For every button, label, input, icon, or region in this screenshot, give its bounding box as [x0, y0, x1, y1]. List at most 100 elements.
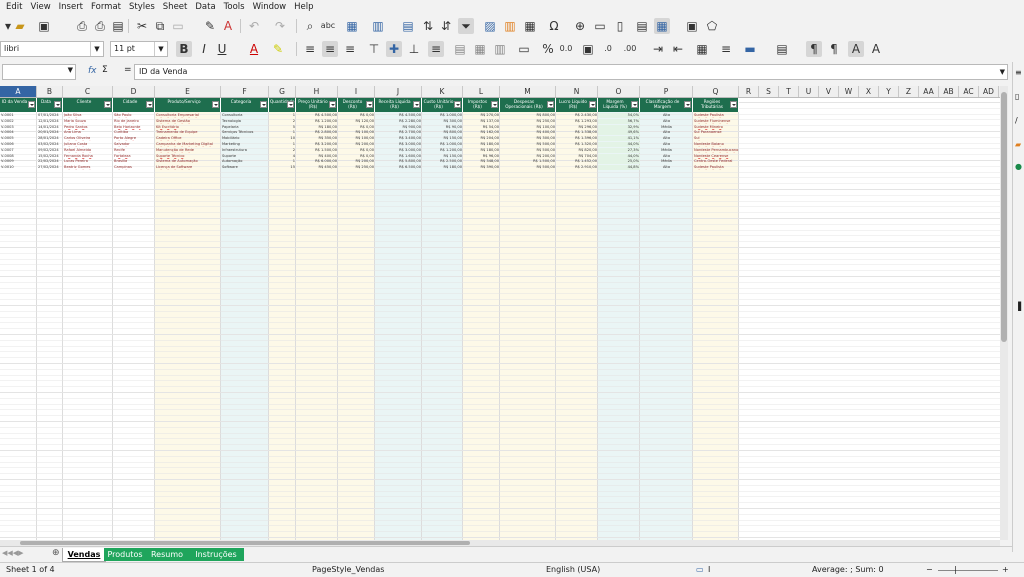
table-cell[interactable]: Papelaria	[221, 125, 269, 130]
table-cell[interactable]: Licença de Software	[155, 165, 221, 170]
table-cell[interactable]: Sul Paranaense	[693, 130, 739, 135]
filter-dropdown-icon[interactable]	[28, 101, 35, 108]
filter-dropdown-icon[interactable]	[260, 101, 267, 108]
table-cell[interactable]: R$ 1.500,00	[500, 159, 556, 164]
save-icon[interactable]: ▣	[36, 18, 52, 34]
table-cell[interactable]: Kit Escritório	[155, 125, 221, 130]
zoom-slider-thumb[interactable]: |	[954, 563, 957, 577]
table-cell[interactable]: R$ 500,00	[500, 142, 556, 147]
table-cell[interactable]: Mobiliário	[221, 136, 269, 141]
column-header-v[interactable]: V	[819, 86, 839, 97]
filter-dropdown-icon[interactable]	[684, 101, 691, 108]
undo-icon[interactable]: ↶	[246, 18, 262, 34]
table-cell[interactable]: Porto Alegre	[113, 136, 155, 141]
table-header-cell[interactable]: Preço Unitário (R$)	[296, 98, 338, 112]
selection-mode-icon[interactable]: ▭	[696, 563, 704, 577]
table-cell[interactable]: Marketing	[221, 142, 269, 147]
table-cell[interactable]: 10	[269, 136, 296, 141]
table-cell[interactable]: R$ 0,00	[338, 148, 375, 153]
table-cell[interactable]: Média	[640, 125, 693, 130]
table-cell[interactable]: Sudeste Mineiro	[693, 125, 739, 130]
chevron-down-icon[interactable]: ▼	[1000, 65, 1005, 79]
date-format-icon[interactable]: ▣	[580, 41, 596, 57]
table-cell[interactable]: R$ 2.430,00	[556, 113, 598, 118]
table-cell[interactable]: Treinamento de Equipe	[155, 130, 221, 135]
menu-styles[interactable]: Styles	[125, 0, 159, 14]
table-cell[interactable]: R$ 820,00	[556, 148, 598, 153]
align-center-icon[interactable]: ≡	[322, 41, 338, 57]
table-cell[interactable]: 15/02/2024	[37, 154, 63, 159]
table-cell[interactable]: R$ 0,00	[338, 125, 375, 130]
table-cell[interactable]: R$ 500,00	[500, 148, 556, 153]
merge-cells-icon[interactable]: ▤	[452, 41, 468, 57]
table-cell[interactable]: R$ 180,00	[422, 165, 463, 170]
filter-dropdown-icon[interactable]	[54, 101, 61, 108]
table-cell[interactable]: R$ 120,00	[338, 119, 375, 124]
table-cell[interactable]: R$ 100,00	[338, 130, 375, 135]
table-cell[interactable]: R$ 1.000,00	[422, 113, 463, 118]
filter-dropdown-icon[interactable]	[146, 101, 153, 108]
table-cell[interactable]: 20/01/2024	[37, 130, 63, 135]
function-wizard-icon[interactable]: fx	[88, 66, 97, 76]
filter-dropdown-icon[interactable]	[329, 101, 336, 108]
copy-icon[interactable]: ⧉	[152, 18, 168, 34]
table-cell[interactable]: 5	[269, 125, 296, 130]
column-header-ab[interactable]: AB	[939, 86, 959, 97]
table-cell[interactable]: Lucas Pereira	[63, 159, 113, 164]
table-cell[interactable]: 44,0%	[598, 153, 640, 159]
table-cell[interactable]: Tecnologia	[221, 119, 269, 124]
spreadsheet-grid[interactable]: A B C D E F G H I J K L M N O P Q R S T U V W X Y Z AA AB AC AD ID da…	[0, 86, 1000, 540]
table-cell[interactable]: 49,6%	[598, 130, 640, 136]
wrap-text-icon[interactable]: ≡	[428, 41, 444, 57]
define-print-area-icon[interactable]: ▤	[634, 18, 650, 34]
scroll-thumb[interactable]	[20, 541, 470, 545]
column-header-j[interactable]: J	[375, 86, 422, 97]
vertical-scrollbar[interactable]	[1000, 86, 1008, 540]
shapes-icon[interactable]: ⬠	[704, 18, 720, 34]
menu-edit[interactable]: Edit	[0, 0, 26, 14]
table-header-cell[interactable]: Produto/Serviço	[155, 98, 221, 112]
table-cell[interactable]: Ana Lima	[63, 130, 113, 135]
zoom-in-icon[interactable]: +	[1002, 563, 1009, 577]
autofilter-icon[interactable]: ⏷	[458, 18, 474, 34]
table-cell[interactable]: Software	[221, 165, 269, 170]
conditional-format-icon[interactable]: ▤	[774, 41, 790, 57]
column-header-m[interactable]: M	[500, 86, 556, 97]
column-header-a[interactable]: A	[0, 86, 37, 97]
table-cell[interactable]: 56,7%	[598, 118, 640, 124]
table-cell[interactable]: São Paulo	[113, 113, 155, 118]
align-right-icon[interactable]: ≡	[342, 41, 358, 57]
column-header-o[interactable]: O	[598, 86, 640, 97]
table-cell[interactable]: V-0008	[0, 154, 37, 159]
filter-dropdown-icon[interactable]	[589, 101, 596, 108]
styles-icon[interactable]: ▯	[1015, 92, 1019, 101]
clone-formatting-icon[interactable]: ✎	[202, 18, 218, 34]
table-cell[interactable]: V-0001	[0, 113, 37, 118]
filter-dropdown-icon[interactable]	[631, 101, 638, 108]
table-cell[interactable]: V-0003	[0, 125, 37, 130]
table-cell[interactable]: R$ 400,00	[296, 154, 338, 159]
table-cell[interactable]: R$ 1.452,00	[556, 159, 598, 164]
table-header-cell[interactable]: Regiões Tributárias	[693, 98, 739, 112]
table-cell[interactable]: R$ 162,00	[463, 130, 500, 135]
filter-dropdown-icon[interactable]	[104, 101, 111, 108]
unmerge-icon[interactable]: ▦	[472, 41, 488, 57]
table-cell[interactable]: R$ 300,00	[422, 119, 463, 124]
page-style[interactable]: PageStyle_Vendas	[312, 563, 384, 577]
table-cell[interactable]: Sudeste Fluminense	[693, 119, 739, 124]
menu-tools[interactable]: Tools	[220, 0, 249, 14]
column-header-t[interactable]: T	[779, 86, 799, 97]
align-bottom-icon[interactable]: ⊥	[406, 41, 422, 57]
table-cell[interactable]: R$ 1.338,00	[556, 130, 598, 135]
header-footer-icon[interactable]: ▯	[612, 18, 628, 34]
table-cell[interactable]: R$ 0,00	[338, 154, 375, 159]
table-cell[interactable]: 22/02/2024	[37, 159, 63, 164]
table-cell[interactable]: 54,0%	[598, 113, 640, 118]
menu-data[interactable]: Data	[191, 0, 219, 14]
table-cell[interactable]: R$ 5.800,00	[375, 159, 422, 164]
table-cell[interactable]: Manutenção de Rede	[155, 148, 221, 153]
table-cell[interactable]: V-0006	[0, 142, 37, 147]
table-cell[interactable]: R$ 180,00	[463, 142, 500, 147]
column-header-y[interactable]: Y	[879, 86, 899, 97]
table-cell[interactable]: R$ 704,00	[556, 154, 598, 159]
